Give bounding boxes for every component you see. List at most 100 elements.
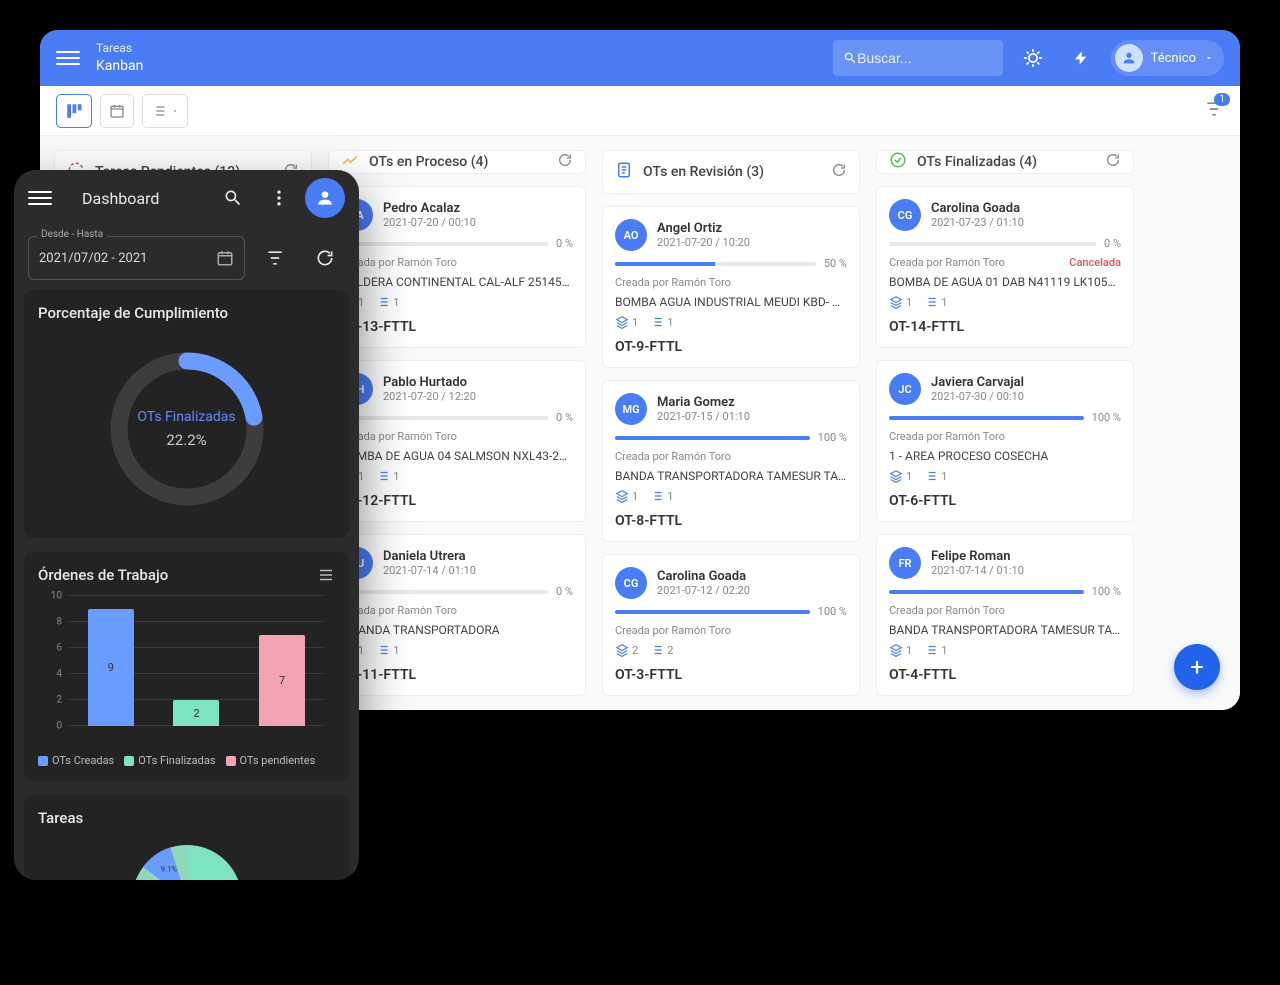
progress-bar	[615, 436, 810, 440]
kanban-card[interactable]: DU Daniela Utrera 2021-07-14 / 01:10 0 %…	[328, 534, 586, 696]
list-icon: 1	[924, 295, 947, 309]
kanban-card[interactable]: PH Pablo Hurtado 2021-07-20 / 12:20 0 % …	[328, 360, 586, 522]
progress-value: 50 %	[824, 257, 847, 270]
order-code: OT-4-FTTL	[889, 667, 1121, 683]
progress-bar	[615, 610, 810, 614]
bolt-icon[interactable]	[1063, 40, 1099, 76]
filter-icon[interactable]	[255, 238, 295, 278]
layers-icon: 1	[889, 469, 912, 483]
progress-value: 100 %	[818, 431, 847, 444]
asset-name: 1 BANDA TRANSPORTADORA	[341, 623, 573, 637]
progress-bar	[341, 416, 548, 420]
progress-bar	[341, 590, 548, 594]
orders-bar-chart: 0246810 927	[38, 596, 335, 746]
search-icon[interactable]	[213, 178, 253, 218]
asset-name: BOMBA AGUA INDUSTRIAL MEUDI KBD- ALF...	[615, 295, 847, 309]
kanban-card[interactable]: JC Javiera Carvajal 2021-07-30 / 00:10 1…	[876, 360, 1134, 522]
card-date: 2021-07-14 / 01:10	[931, 564, 1024, 577]
menu-icon[interactable]	[56, 46, 80, 70]
kanban-card[interactable]: FR Felipe Roman 2021-07-14 / 01:10 100 %…	[876, 534, 1134, 696]
asset-name: CALDERA CONTINENTAL CAL-ALF 2514589-...	[341, 275, 573, 289]
date-range-input[interactable]: Desde - Hasta 2021/07/02 - 2021	[28, 236, 245, 280]
column-title: OTs en Proceso (4)	[369, 154, 488, 170]
user-menu[interactable]: Técnico	[1111, 40, 1224, 76]
order-code: OT-13-FTTL	[341, 319, 573, 335]
assignee-avatar: MG	[615, 393, 647, 425]
compliance-donut: OTs Finalizadas 22.2%	[38, 334, 335, 524]
kanban-card[interactable]: CG Carolina Goada 2021-07-12 / 02:20 100…	[602, 554, 860, 696]
list-icon: 1	[650, 315, 673, 329]
assignee-name: Angel Ortiz	[657, 221, 750, 236]
assignee-avatar: CG	[615, 567, 647, 599]
kanban-card[interactable]: PA Pedro Acalaz 2021-07-20 / 00:10 0 % C…	[328, 186, 586, 348]
asset-name: 1 - AREA PROCESO COSECHA	[889, 449, 1121, 463]
list-icon: 1	[650, 489, 673, 503]
column-header: OTs en Revisión (3)	[602, 150, 860, 194]
orders-legend: OTs Creadas OTs Finalizadas OTs pendientes	[38, 754, 335, 767]
refresh-icon[interactable]	[305, 238, 345, 278]
bar: 7	[259, 635, 305, 726]
list-view-button[interactable]	[142, 94, 188, 128]
refresh-icon[interactable]	[831, 162, 847, 182]
card-date: 2021-07-14 / 01:10	[383, 564, 476, 577]
chart-menu-icon[interactable]	[317, 566, 335, 588]
list-icon: 1	[376, 295, 399, 309]
asset-name: BOMBA DE AGUA 04 SALMSON NXL43-25P ...	[341, 449, 573, 463]
order-code: OT-6-FTTL	[889, 493, 1121, 509]
mobile-dashboard: Dashboard Desde - Hasta 2021/07/02 - 202…	[14, 170, 359, 880]
layers-icon: 1	[615, 315, 638, 329]
kanban-card[interactable]: MG Maria Gomez 2021-07-15 / 01:10 100 % …	[602, 380, 860, 542]
kanban-card[interactable]: CG Carolina Goada 2021-07-23 / 01:10 0 %…	[876, 186, 1134, 348]
progress-value: 100 %	[1092, 585, 1121, 598]
menu-icon[interactable]	[28, 186, 52, 210]
assignee-name: Javiera Carvajal	[931, 375, 1024, 390]
card-date: 2021-07-15 / 01:10	[657, 410, 750, 423]
pie-slice-label: 9.1%	[160, 864, 177, 873]
kanban-column: OTs Finalizadas (4) CG Carolina Goada 20…	[876, 150, 1134, 696]
order-code: OT-12-FTTL	[341, 493, 573, 509]
assignee-name: Carolina Goada	[657, 569, 750, 584]
card-date: 2021-07-20 / 00:10	[383, 216, 476, 229]
legend-item: OTs Finalizadas	[124, 754, 215, 767]
breadcrumb-parent: Tareas	[96, 41, 143, 57]
order-code: OT-9-FTTL	[615, 339, 847, 355]
brightness-icon[interactable]	[1015, 40, 1051, 76]
list-icon: 1	[924, 643, 947, 657]
search-input-wrap[interactable]	[833, 40, 1003, 76]
calendar-view-button[interactable]	[100, 94, 134, 128]
tasks-pie: 9.1%	[38, 839, 335, 880]
mobile-filter-row: Desde - Hasta 2021/07/02 - 2021	[14, 226, 359, 290]
column-title: OTs en Revisión (3)	[643, 164, 764, 180]
add-button[interactable]: +	[1174, 644, 1220, 690]
kanban-column: OTs en Revisión (3) AO Angel Ortiz 2021-…	[602, 150, 860, 696]
kanban-column: OTs en Proceso (4) PA Pedro Acalaz 2021-…	[328, 150, 586, 696]
progress-value: 0 %	[556, 237, 573, 250]
card-date: 2021-07-23 / 01:10	[931, 216, 1024, 229]
card-date: 2021-07-12 / 02:20	[657, 584, 750, 597]
card-date: 2021-07-20 / 12:20	[383, 390, 476, 403]
progress-value: 0 %	[556, 411, 573, 424]
card-date: 2021-07-20 / 10:20	[657, 236, 750, 249]
layers-icon: 1	[615, 489, 638, 503]
account-icon[interactable]	[305, 178, 345, 218]
refresh-icon[interactable]	[1105, 152, 1121, 172]
card-date: 2021-07-30 / 00:10	[931, 390, 1024, 403]
compliance-card: Porcentaje de Cumplimiento OTs Finalizad…	[24, 290, 349, 538]
chevron-down-icon	[1204, 53, 1214, 63]
legend-item: OTs Creadas	[38, 754, 114, 767]
column-title: OTs Finalizadas (4)	[917, 154, 1037, 170]
search-input[interactable]	[857, 50, 993, 66]
legend-item: OTs pendientes	[226, 754, 316, 767]
progress-bar	[341, 242, 548, 246]
creator-label: Creada por Ramón Toro	[889, 430, 1005, 443]
tasks-card: Tareas 9.1%	[24, 795, 349, 880]
filter-icon[interactable]: 1	[1204, 99, 1224, 123]
kanban-view-button[interactable]	[56, 94, 92, 128]
kanban-card[interactable]: AO Angel Ortiz 2021-07-20 / 10:20 50 % C…	[602, 206, 860, 368]
asset-name: BOMBA DE AGUA 01 DAB N41119 LK10562 4...	[889, 275, 1121, 289]
chevron-down-icon	[171, 107, 179, 115]
refresh-icon[interactable]	[557, 152, 573, 172]
asset-name: BANDA TRANSPORTADORA TAMESUR TAM-...	[615, 469, 847, 483]
date-range-label: Desde - Hasta	[37, 229, 107, 240]
more-icon[interactable]	[259, 178, 299, 218]
